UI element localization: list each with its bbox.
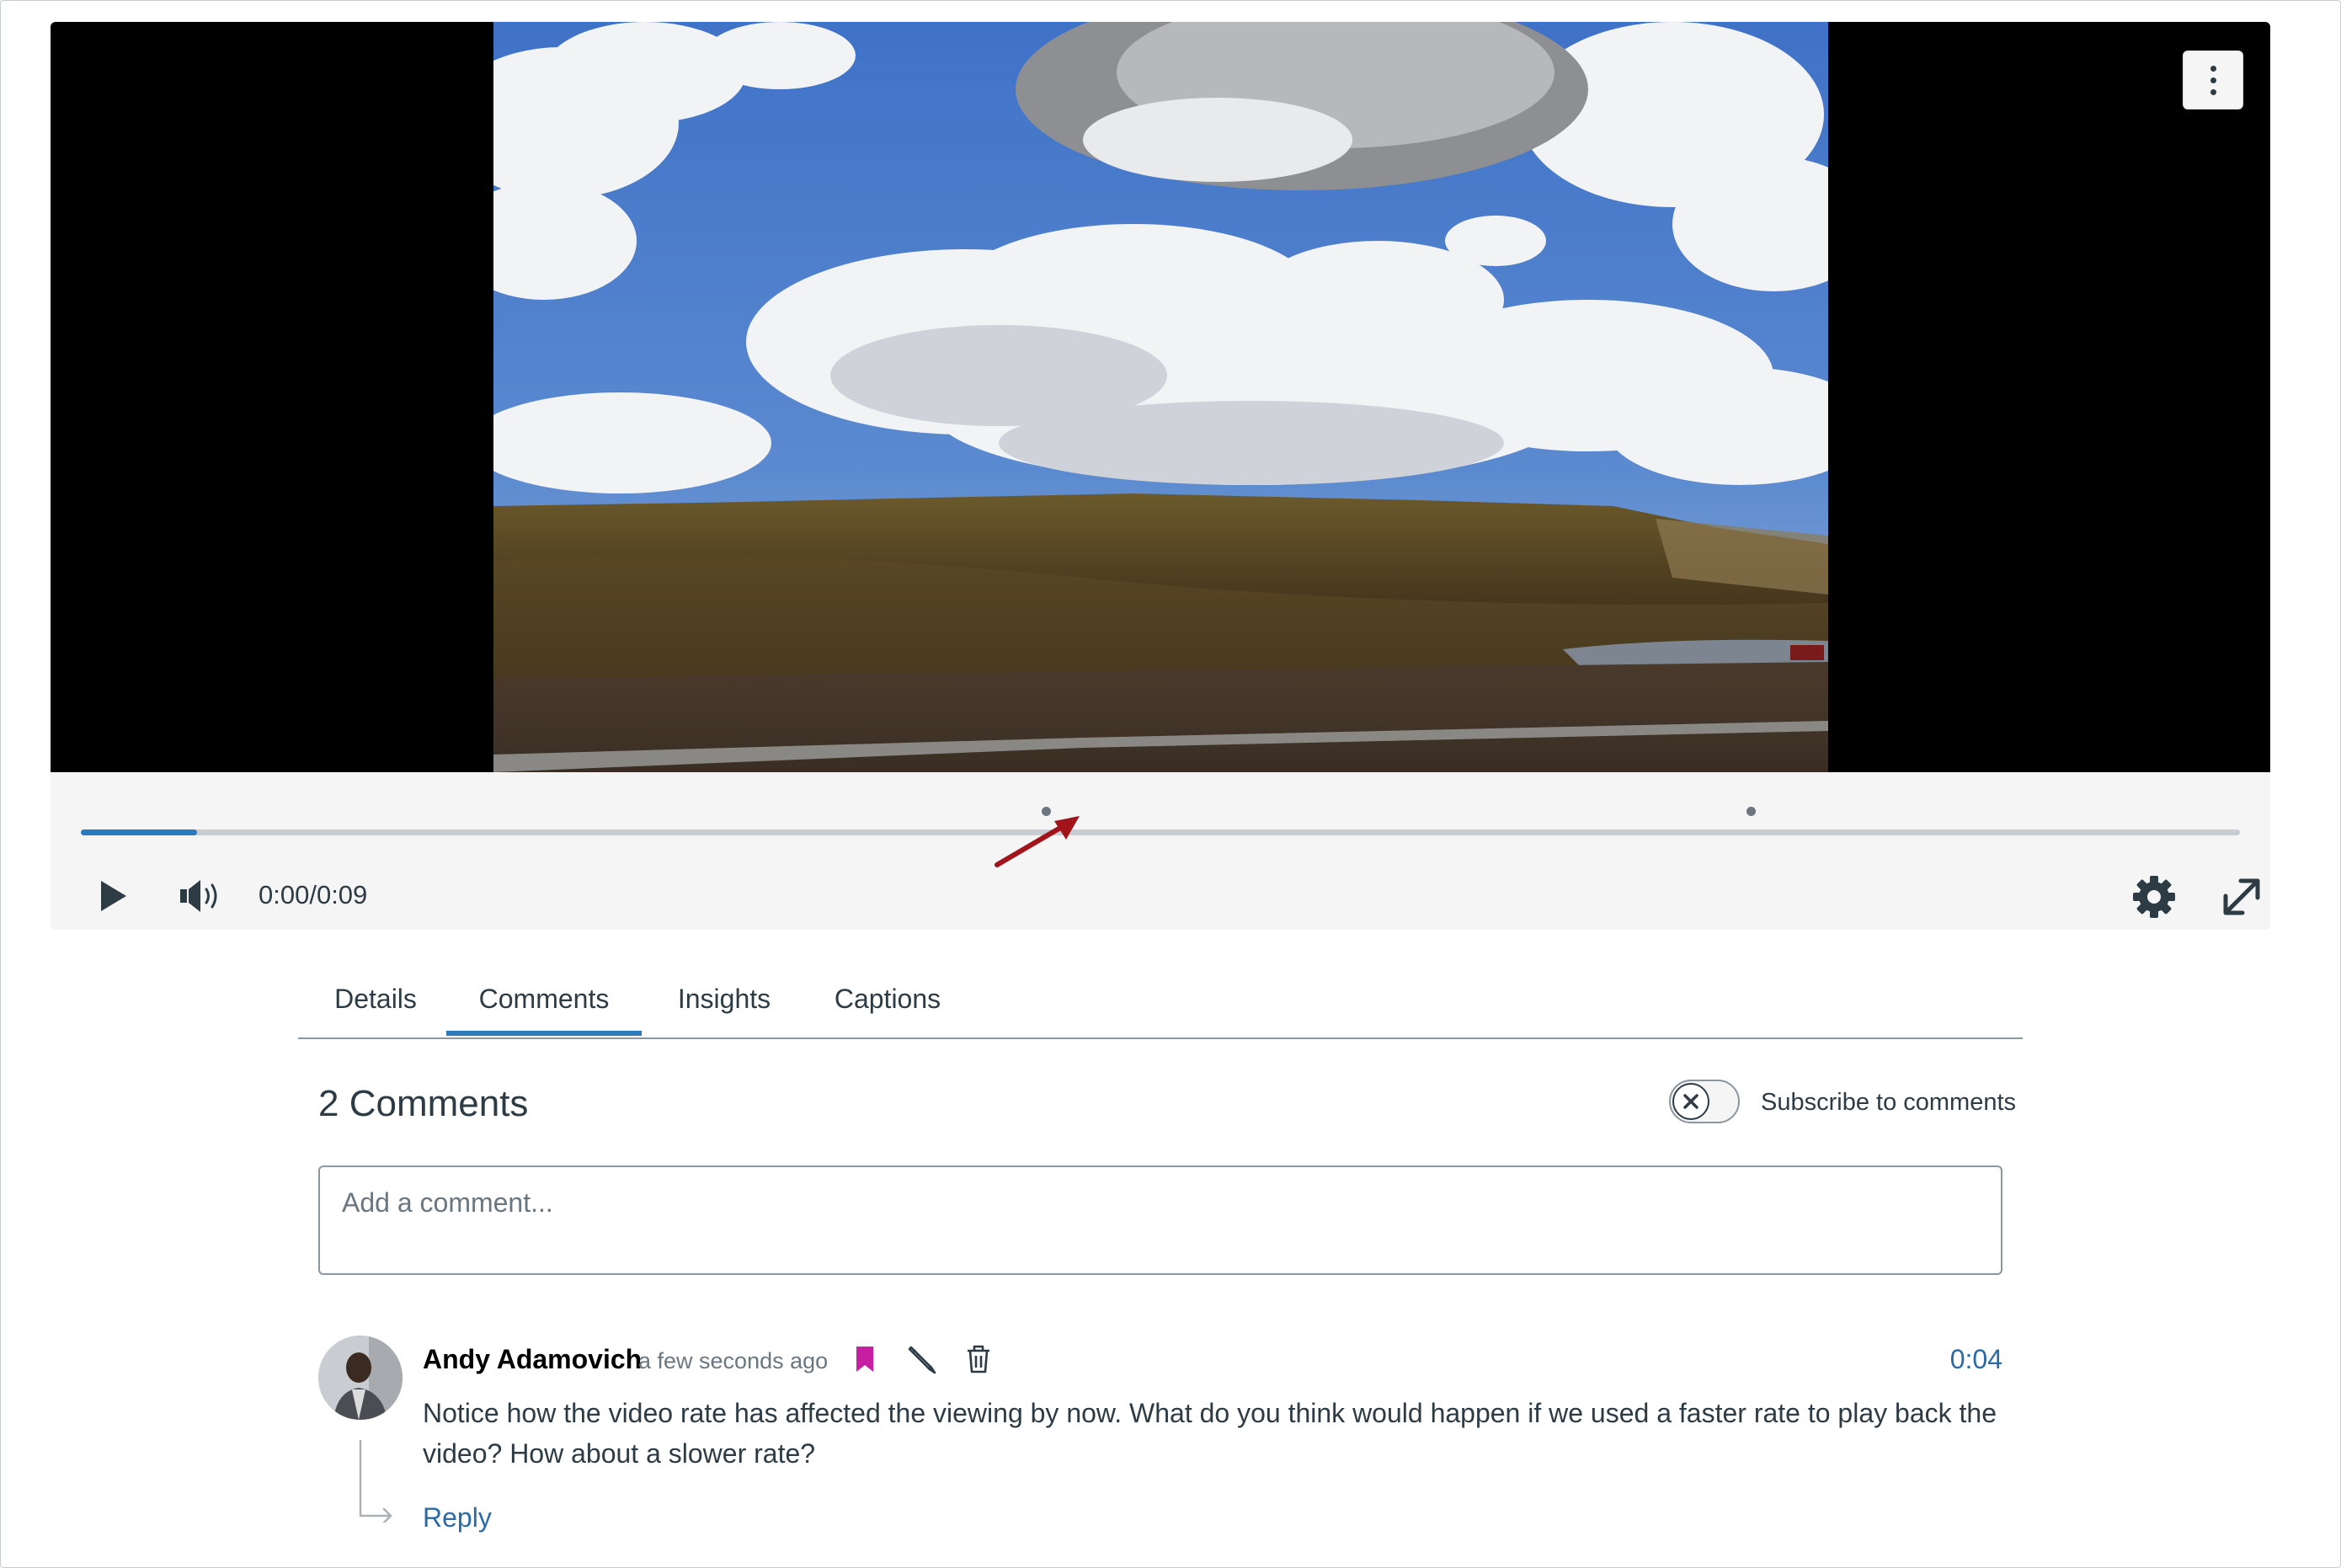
trash-icon <box>968 1345 989 1373</box>
tab-details[interactable]: Details <box>312 952 440 1036</box>
video-player: 0:00/0:09 <box>51 22 2270 930</box>
comments-count-heading: 2 Comments <box>318 1083 529 1124</box>
progress-fill <box>81 829 198 835</box>
volume-icon <box>180 880 217 912</box>
comment-author[interactable]: Andy Adamovich <box>423 1344 642 1374</box>
bookmark-icon <box>856 1347 873 1372</box>
kebab-icon-dot <box>2210 88 2216 95</box>
player-controls: 0:00/0:09 <box>51 772 2270 930</box>
volume-button[interactable] <box>168 870 236 922</box>
annotation-arrow-icon <box>995 816 1080 867</box>
video-viewport[interactable] <box>51 22 2270 772</box>
play-icon <box>101 881 126 911</box>
comment-body: Notice how the video rate has affected t… <box>423 1398 1997 1469</box>
avatar-photo <box>318 1336 403 1420</box>
settings-button[interactable] <box>2127 870 2181 924</box>
toggle-knob <box>1672 1083 1709 1120</box>
delete-button[interactable] <box>963 1342 994 1376</box>
kebab-icon-dot <box>2210 65 2216 72</box>
comment-time-ago: a few seconds ago <box>638 1348 829 1373</box>
x-icon <box>1683 1094 1698 1109</box>
gear-icon <box>2133 876 2175 918</box>
video-frame <box>493 22 1828 772</box>
progress-bar[interactable] <box>81 829 2240 835</box>
time-display: 0:00/0:09 <box>259 880 368 909</box>
tab-captions[interactable]: Captions <box>807 952 968 1036</box>
reply-thread-arrow-icon <box>359 1440 392 1523</box>
comment-timestamp-link[interactable]: 0:04 <box>1950 1344 2002 1374</box>
edit-button[interactable] <box>904 1342 940 1376</box>
video-still-landscape <box>493 22 1828 772</box>
subscribe-label: Subscribe to comments <box>1761 1089 2017 1116</box>
reply-link[interactable]: Reply <box>423 1502 492 1533</box>
pencil-icon <box>908 1346 936 1374</box>
add-comment-input[interactable] <box>318 1165 2002 1275</box>
media-tabs: Details Comments Insights Captions <box>298 952 2023 1039</box>
player-menu-button[interactable] <box>2183 51 2243 109</box>
fullscreen-button[interactable] <box>2215 870 2269 924</box>
expand-icon <box>2223 878 2260 915</box>
tab-insights[interactable]: Insights <box>657 952 792 1036</box>
kebab-icon-dot <box>2210 77 2216 83</box>
subscribe-toggle[interactable] <box>1669 1080 1740 1123</box>
bookmark-button[interactable] <box>851 1342 879 1376</box>
tab-comments[interactable]: Comments <box>446 952 642 1036</box>
comment-marker[interactable] <box>1746 807 1756 816</box>
play-button[interactable] <box>88 870 140 922</box>
avatar <box>318 1336 403 1420</box>
